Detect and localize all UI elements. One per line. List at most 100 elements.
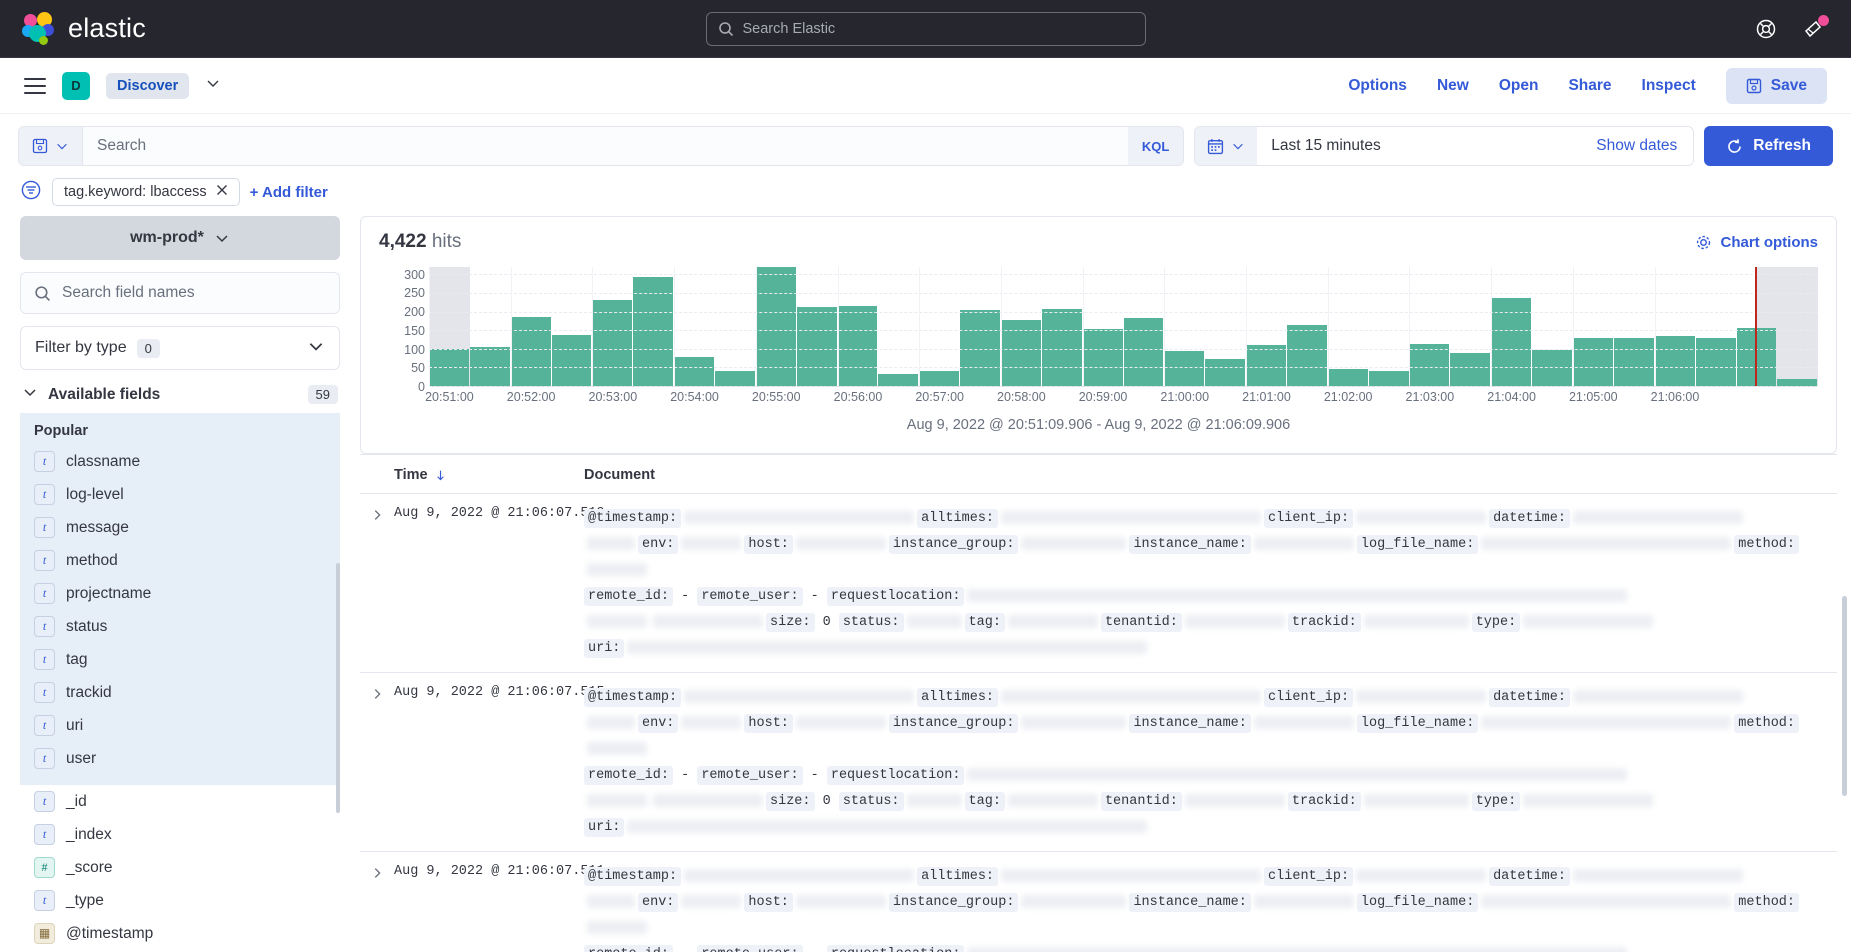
refresh-button[interactable]: Refresh [1704, 126, 1833, 166]
date-range-display[interactable]: Last 15 minutes [1257, 127, 1580, 165]
menu-toggle-button[interactable] [24, 78, 46, 94]
add-filter-button[interactable]: + Add filter [250, 184, 328, 201]
field-search-input[interactable]: Search field names [20, 272, 340, 314]
histogram-bar[interactable] [1083, 329, 1123, 386]
expand-row-chevron-right-icon[interactable] [360, 864, 394, 952]
field-item--id[interactable]: t_id [20, 785, 340, 818]
histogram-bar[interactable] [1450, 353, 1490, 386]
histogram-bar[interactable] [1205, 359, 1245, 386]
histogram-bar[interactable] [1573, 338, 1613, 386]
show-dates-button[interactable]: Show dates [1580, 127, 1693, 165]
breadcrumb-chevron-down-icon[interactable] [205, 75, 221, 96]
chart-options-button[interactable]: Chart options [1695, 234, 1819, 251]
field-item--score[interactable]: #_score [20, 851, 340, 884]
redacted-value [1523, 615, 1653, 628]
histogram-bar[interactable] [592, 300, 632, 386]
chart-plot-area[interactable] [429, 267, 1818, 387]
histogram-bar[interactable] [838, 306, 878, 386]
expand-row-chevron-right-icon[interactable] [360, 506, 394, 662]
inspect-button[interactable]: Inspect [1642, 77, 1696, 95]
main-scrollbar[interactable] [1842, 596, 1847, 796]
histogram-bar[interactable] [1287, 325, 1327, 386]
new-button[interactable]: New [1437, 77, 1469, 95]
histogram-bar[interactable] [1410, 344, 1450, 386]
histogram-chart[interactable]: 050100150200250300 [379, 267, 1818, 387]
histogram-bar[interactable] [674, 357, 714, 386]
field-item-projectname[interactable]: tprojectname [20, 577, 340, 610]
field-item--type[interactable]: t_type [20, 884, 340, 917]
megaphone-icon[interactable] [1803, 18, 1825, 40]
histogram-bar[interactable] [1164, 351, 1204, 386]
redacted-value [653, 794, 763, 807]
document-field-key: size: [766, 792, 815, 811]
field-item--index[interactable]: t_index [20, 818, 340, 851]
main-body: wm-prod* Search field names Filter by ty… [0, 216, 1851, 952]
histogram-bar[interactable] [1655, 336, 1695, 386]
histogram-bar[interactable] [919, 371, 959, 386]
document-field-key: @timestamp: [584, 867, 681, 886]
table-row[interactable]: Aug 9, 2022 @ 21:06:07.515@timestamp:all… [360, 673, 1837, 852]
document-field-key: alltimes: [917, 688, 998, 707]
document-field-key: remote_user: [697, 587, 802, 606]
global-search-input[interactable]: Search Elastic [706, 12, 1146, 46]
histogram-bar[interactable] [878, 374, 918, 386]
space-avatar[interactable]: D [62, 72, 90, 100]
open-button[interactable]: Open [1499, 77, 1539, 95]
histogram-bar[interactable] [1246, 345, 1286, 386]
filter-options-icon[interactable] [20, 179, 42, 206]
histogram-bar[interactable] [511, 317, 551, 386]
share-button[interactable]: Share [1568, 77, 1611, 95]
field-item-log-level[interactable]: tlog-level [20, 478, 340, 511]
filter-pill-tag-keyword[interactable]: tag.keyword: lbaccess [52, 178, 240, 206]
expand-row-chevron-right-icon[interactable] [360, 685, 394, 841]
date-quick-select-button[interactable] [1195, 127, 1257, 165]
histogram-bar[interactable] [1614, 338, 1654, 386]
sidebar-scrollbar[interactable] [336, 563, 340, 813]
histogram-bar[interactable] [1328, 369, 1368, 386]
query-language-button[interactable]: KQL [1128, 127, 1183, 165]
field-item-message[interactable]: tmessage [20, 511, 340, 544]
search-input[interactable]: Search [83, 127, 1128, 165]
notification-badge [1818, 15, 1829, 26]
histogram-bar[interactable] [1369, 371, 1409, 386]
save-button[interactable]: Save [1726, 68, 1827, 104]
histogram-bar[interactable] [797, 307, 837, 386]
document-field-key: datetime: [1489, 688, 1570, 707]
field-item--timestamp[interactable]: ▦@timestamp [20, 917, 340, 950]
field-item-user[interactable]: tuser [20, 742, 340, 775]
field-item-method[interactable]: tmethod [20, 544, 340, 577]
histogram-bar[interactable] [1696, 338, 1736, 386]
time-column-header[interactable]: Time [394, 467, 584, 483]
options-button[interactable]: Options [1348, 77, 1407, 95]
field-item-tag[interactable]: ttag [20, 643, 340, 676]
field-sidebar: wm-prod* Search field names Filter by ty… [0, 216, 360, 952]
saved-query-button[interactable] [19, 127, 83, 165]
field-item-classname[interactable]: tclassname [20, 445, 340, 478]
table-row[interactable]: Aug 9, 2022 @ 21:06:07.511@timestamp:all… [360, 852, 1837, 952]
index-pattern-select[interactable]: wm-prod* [20, 216, 340, 260]
histogram-bar[interactable] [1124, 318, 1164, 386]
available-fields-header[interactable]: Available fields 59 [20, 370, 340, 413]
elastic-brand[interactable]: elastic [0, 12, 146, 46]
filter-by-type-button[interactable]: Filter by type 0 [20, 326, 340, 370]
field-item-uri[interactable]: turi [20, 709, 340, 742]
field-type-string-icon: t [34, 682, 55, 703]
breadcrumb-discover[interactable]: Discover [106, 73, 189, 99]
document-field-key: remote_id: [584, 587, 673, 606]
histogram-bar[interactable] [1777, 379, 1817, 386]
field-item-status[interactable]: tstatus [20, 610, 340, 643]
histogram-bar[interactable] [1042, 309, 1082, 386]
document-field-key: method: [1734, 714, 1799, 733]
documents-table: Time Document Aug 9, 2022 @ 21:06:07.519… [360, 454, 1837, 952]
field-type-date-icon: ▦ [34, 923, 55, 944]
histogram-bar[interactable] [552, 335, 592, 386]
field-list[interactable]: Popular tclassnametlog-leveltmessagetmet… [20, 413, 340, 952]
save-button-label: Save [1771, 77, 1807, 95]
help-icon[interactable] [1755, 18, 1777, 40]
field-item-trackid[interactable]: ttrackid [20, 676, 340, 709]
document-column-header[interactable]: Document [584, 467, 655, 483]
histogram-bar[interactable] [715, 371, 755, 386]
table-row[interactable]: Aug 9, 2022 @ 21:06:07.519@timestamp:all… [360, 494, 1837, 673]
close-icon[interactable] [216, 184, 228, 200]
field-type-string-icon: t [34, 616, 55, 637]
